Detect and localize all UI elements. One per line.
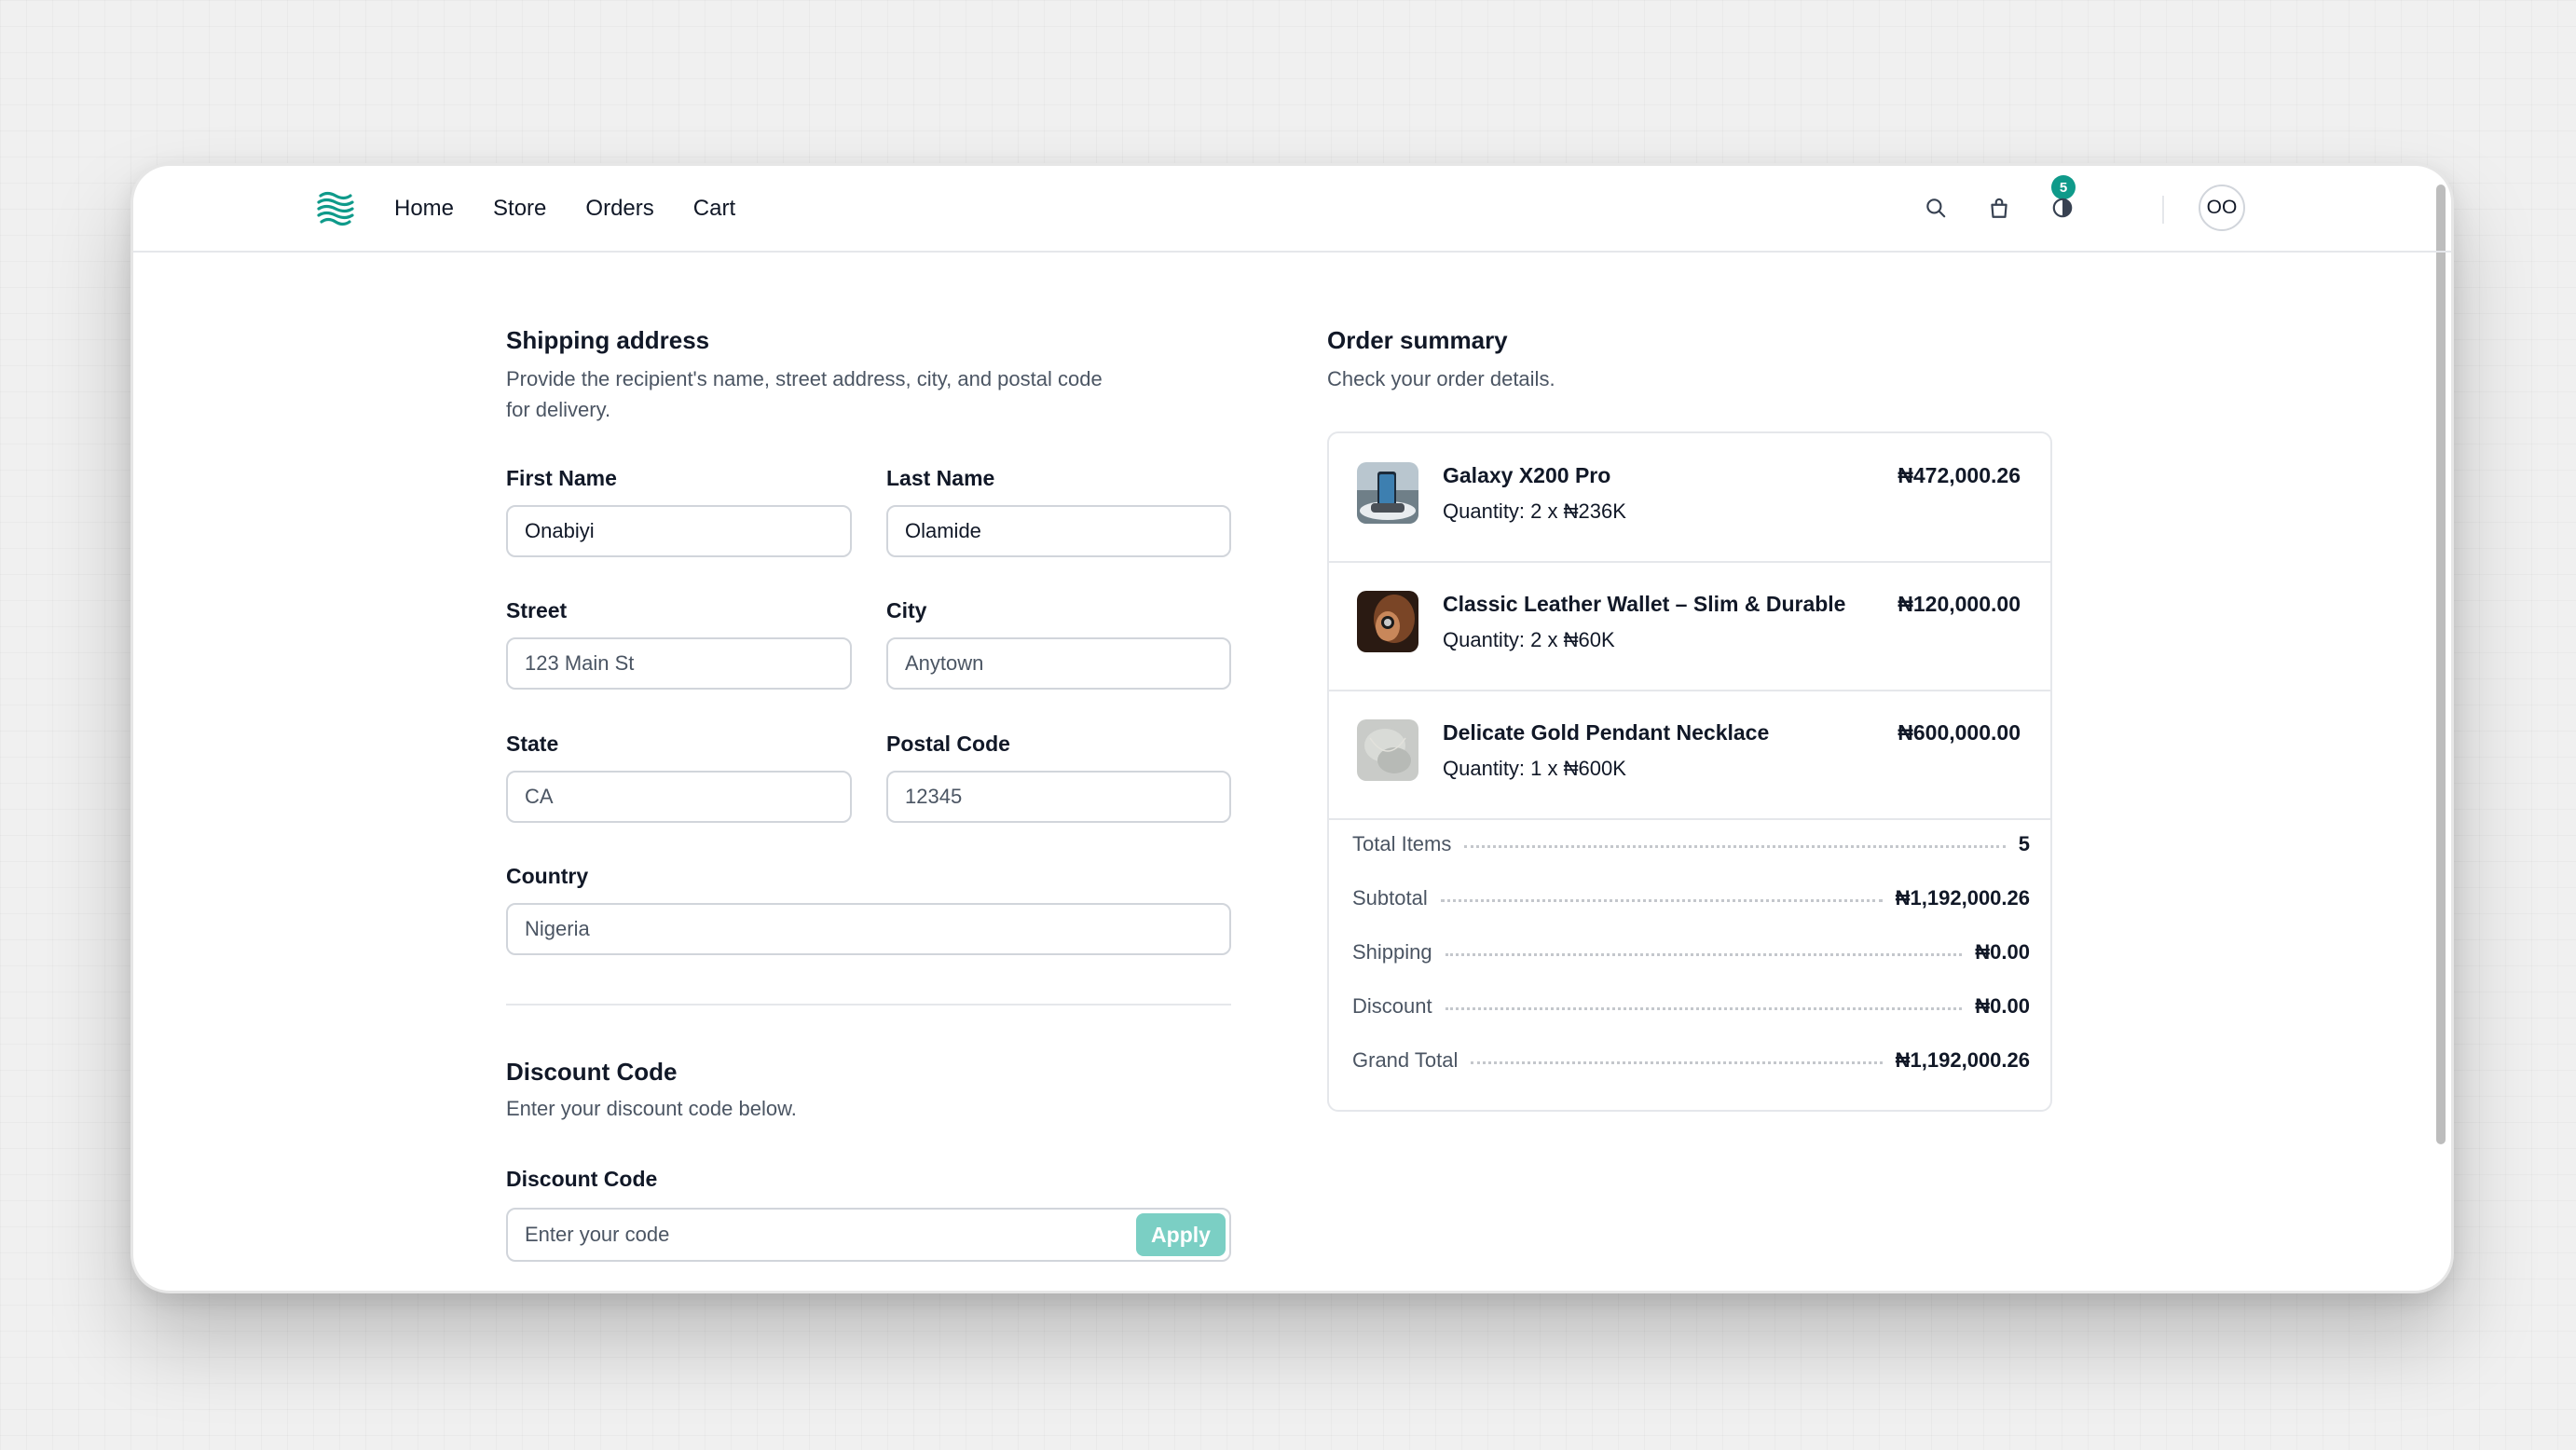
nav-cart-link[interactable]: Cart — [693, 196, 735, 222]
street-field[interactable]: 123 Main St — [506, 637, 852, 690]
total-label: Grand Total — [1352, 1048, 1459, 1072]
shopping-bag-icon[interactable] — [1983, 192, 2015, 224]
total-value: ₦1,192,000.26 — [1895, 886, 2030, 910]
nav-orders-link[interactable]: Orders — [585, 196, 653, 222]
dotted-leader — [1464, 844, 2006, 848]
user-avatar[interactable]: OO — [2199, 185, 2245, 231]
item-name: Classic Leather Wallet – Slim & Durable — [1443, 592, 1846, 616]
shipping-title: Shipping address — [506, 326, 710, 354]
dotted-leader — [1445, 952, 1963, 956]
scrollbar[interactable] — [2436, 185, 2446, 1144]
product-thumbnail-necklace — [1357, 719, 1418, 781]
nav-store-link[interactable]: Store — [493, 196, 546, 222]
discount-code-input[interactable]: Enter your code Apply — [506, 1208, 1231, 1262]
order-item[interactable]: Galaxy X200 Pro Quantity: 2 x ₦236K ₦472… — [1329, 433, 2050, 563]
order-summary-card: Galaxy X200 Pro Quantity: 2 x ₦236K ₦472… — [1327, 431, 2052, 1112]
item-name: Galaxy X200 Pro — [1443, 463, 1611, 487]
item-price: ₦472,000.26 — [1898, 463, 2021, 487]
top-navbar: Home Store Orders Cart 5 OO — [133, 166, 2451, 253]
apply-button[interactable]: Apply — [1136, 1213, 1226, 1256]
total-value: ₦0.00 — [1975, 940, 2030, 964]
item-name: Delicate Gold Pendant Necklace — [1443, 720, 1770, 745]
main-nav: Home Store Orders Cart — [394, 166, 735, 251]
order-item[interactable]: Delicate Gold Pendant Necklace Quantity:… — [1329, 691, 2050, 820]
postal-code-field[interactable]: 12345 — [886, 771, 1231, 823]
discount-row: Discount ₦0.00 — [1352, 992, 2030, 1021]
discount-code-placeholder: Enter your code — [525, 1223, 670, 1246]
search-icon[interactable] — [1920, 192, 1952, 224]
header-separator — [2162, 196, 2164, 224]
discount-description: Enter your discount code below. — [506, 1097, 797, 1120]
country-field[interactable]: Nigeria — [506, 903, 1231, 955]
grand-total-row: Grand Total ₦1,192,000.26 — [1352, 1046, 2030, 1075]
item-price: ₦120,000.00 — [1898, 592, 2021, 616]
item-quantity: Quantity: 2 x ₦236K — [1443, 499, 1626, 523]
discount-title: Discount Code — [506, 1058, 678, 1086]
nav-home-link[interactable]: Home — [394, 196, 454, 222]
first-name-label: First Name — [506, 466, 617, 490]
total-value: ₦1,192,000.26 — [1895, 1048, 2030, 1072]
total-label: Shipping — [1352, 940, 1432, 964]
product-thumbnail-wallet — [1357, 591, 1418, 652]
last-name-label: Last Name — [886, 466, 995, 490]
total-label: Total Items — [1352, 832, 1452, 855]
total-items-row: Total Items 5 — [1352, 829, 2030, 859]
dotted-leader — [1471, 1060, 1883, 1064]
product-thumbnail-phone — [1357, 462, 1418, 524]
city-label: City — [886, 598, 927, 622]
dotted-leader — [1445, 1006, 1963, 1010]
theme-toggle-icon[interactable] — [2047, 192, 2078, 224]
shipping-row: Shipping ₦0.00 — [1352, 937, 2030, 967]
item-quantity: Quantity: 2 x ₦60K — [1443, 628, 1615, 651]
subtotal-row: Subtotal ₦1,192,000.26 — [1352, 883, 2030, 913]
shipping-description: Provide the recipient's name, street add… — [506, 367, 1103, 421]
last-name-field[interactable]: Olamide — [886, 505, 1231, 557]
street-label: Street — [506, 598, 568, 622]
postal-code-label: Postal Code — [886, 732, 1010, 756]
total-label: Subtotal — [1352, 886, 1428, 910]
city-field[interactable]: Anytown — [886, 637, 1231, 690]
order-summary-title: Order summary — [1327, 326, 1508, 354]
country-label: Country — [506, 864, 589, 888]
first-name-field[interactable]: Onabiyi — [506, 505, 852, 557]
order-item[interactable]: Classic Leather Wallet – Slim & Durable … — [1329, 562, 2050, 691]
section-divider — [506, 1004, 1231, 1005]
item-quantity: Quantity: 1 x ₦600K — [1443, 757, 1626, 780]
total-value: 5 — [2018, 832, 2030, 855]
dotted-leader — [1440, 898, 1883, 902]
state-field[interactable]: CA — [506, 771, 852, 823]
item-price: ₦600,000.00 — [1898, 720, 2021, 745]
state-label: State — [506, 732, 559, 756]
browser-window: Home Store Orders Cart 5 OO Shipping add… — [130, 163, 2454, 1293]
total-value: ₦0.00 — [1975, 994, 2030, 1018]
discount-code-label: Discount Code — [506, 1167, 658, 1191]
logo-waves-icon[interactable] — [315, 187, 356, 228]
total-label: Discount — [1352, 994, 1432, 1018]
order-summary-description: Check your order details. — [1327, 367, 1555, 390]
